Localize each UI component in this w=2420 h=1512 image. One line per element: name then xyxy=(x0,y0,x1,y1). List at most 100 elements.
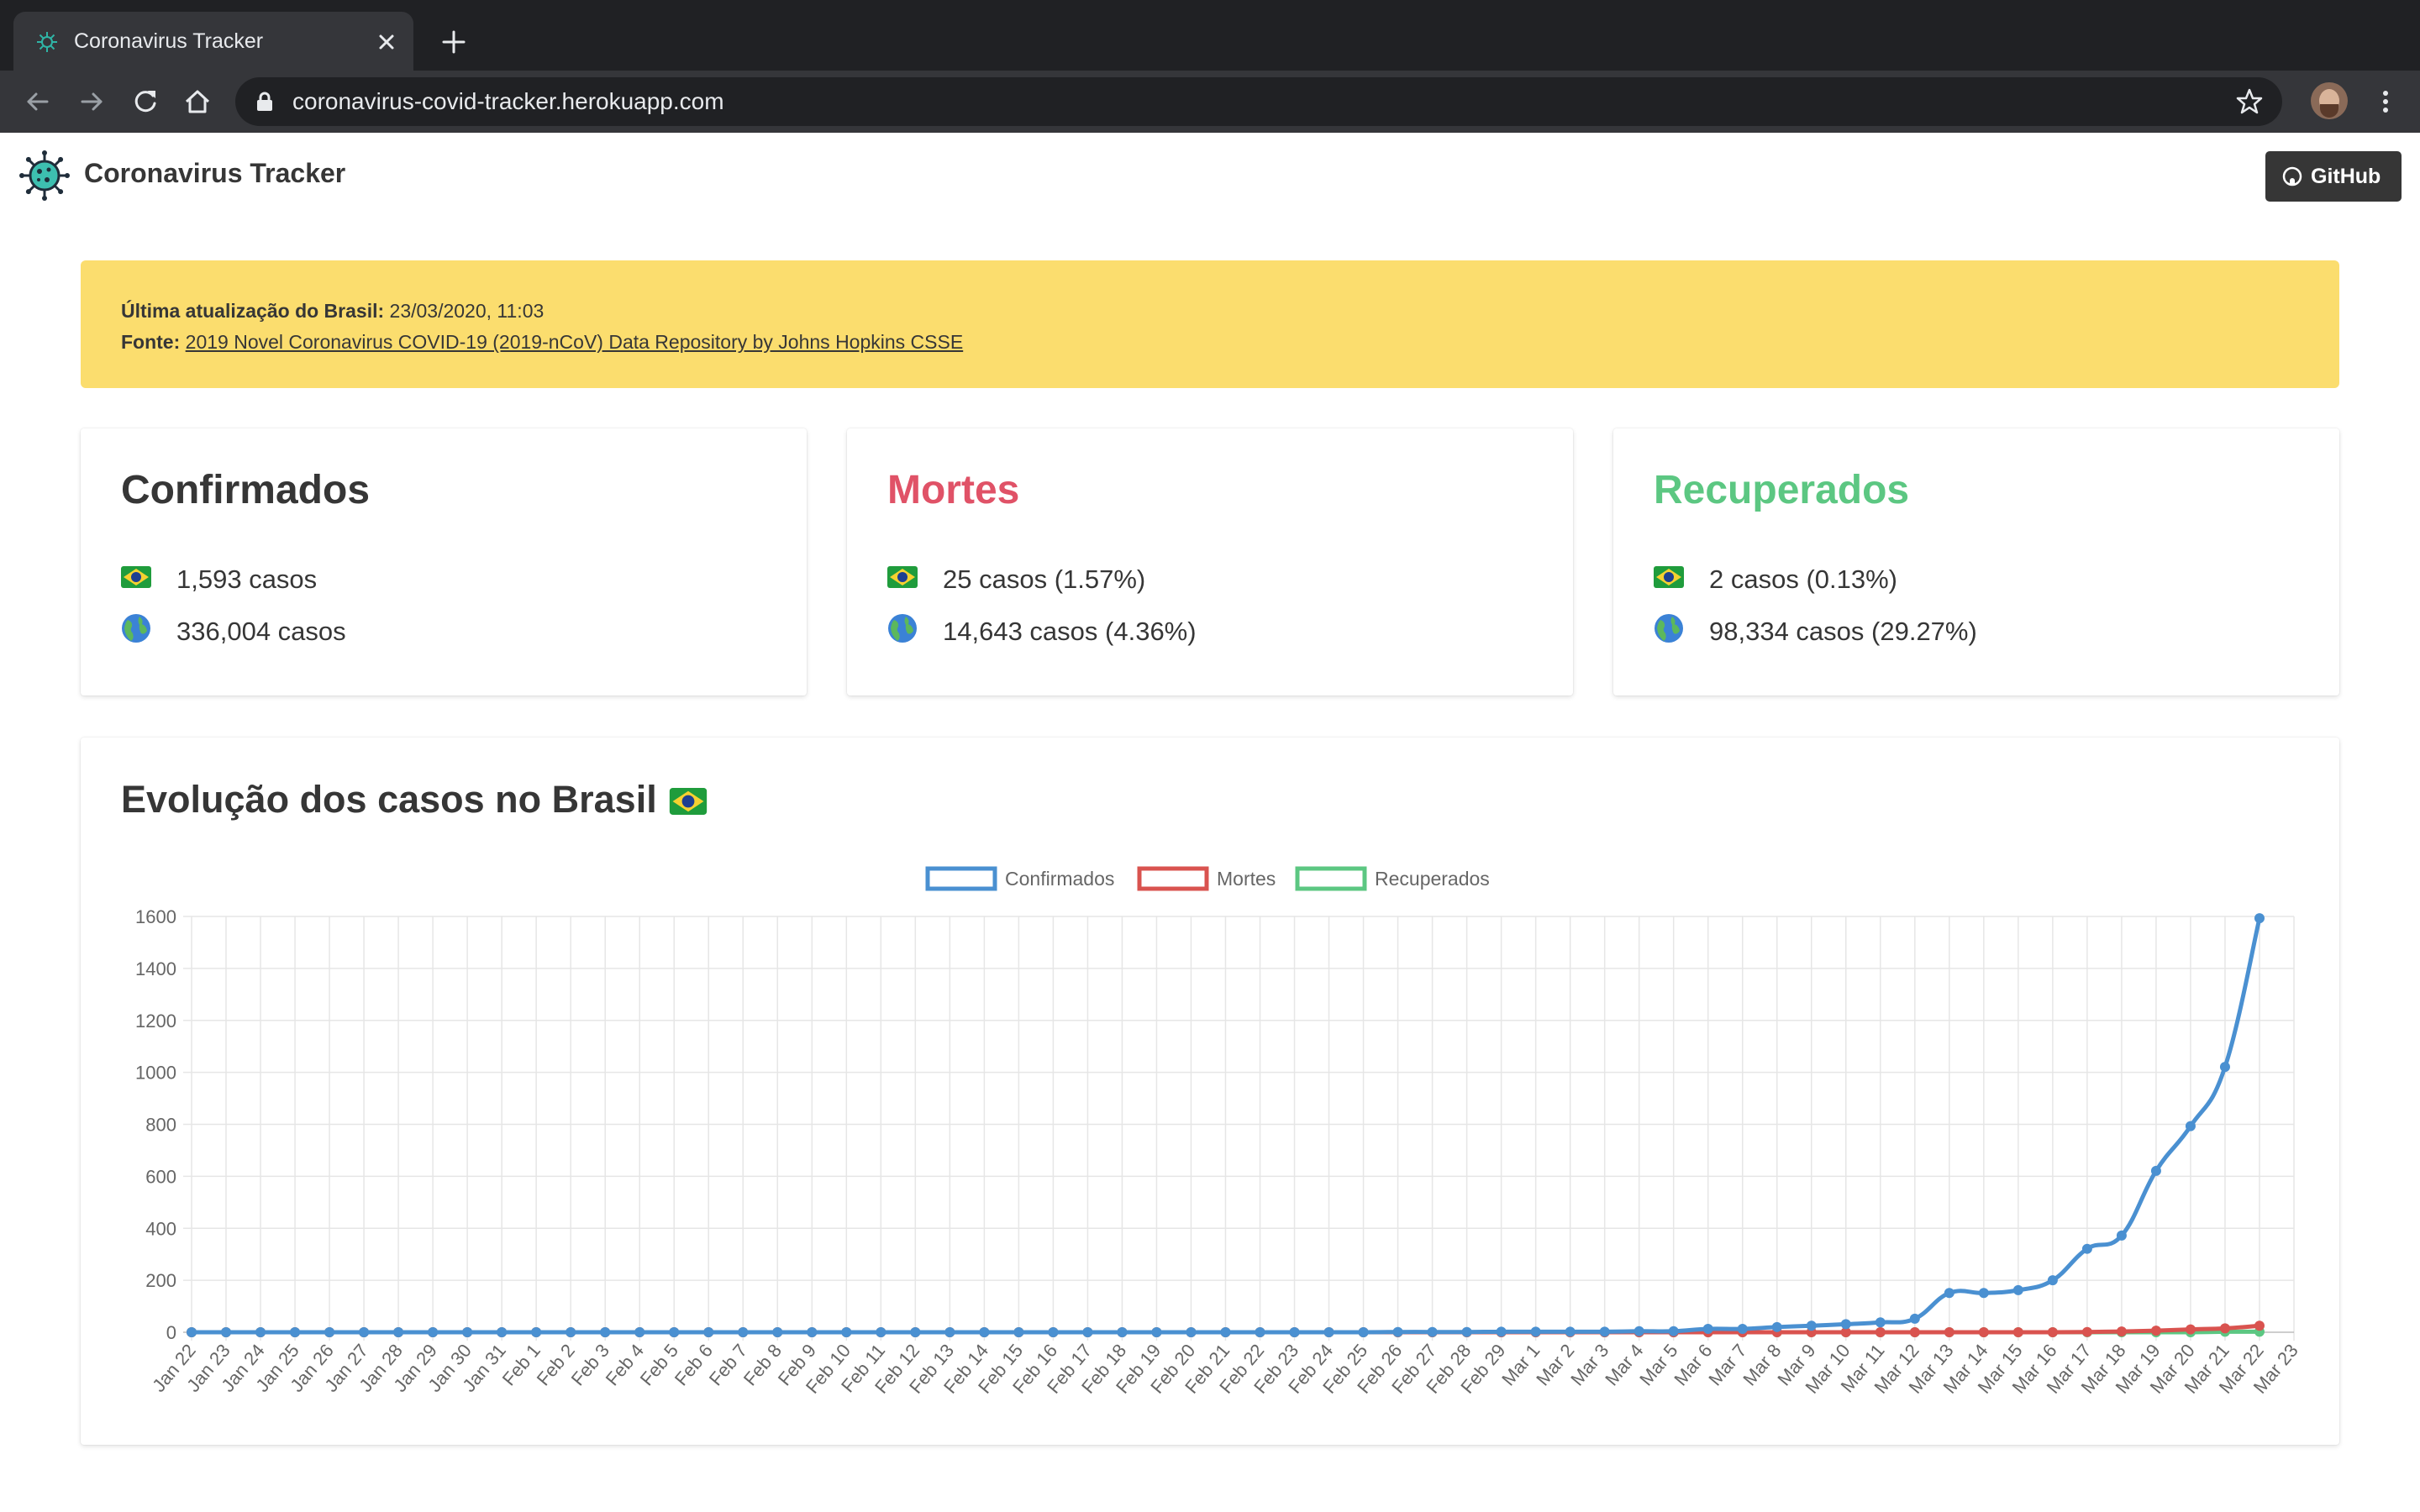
virus-logo-icon[interactable] xyxy=(18,150,71,202)
x-tick-label: Feb 7 xyxy=(705,1340,751,1389)
github-label: GitHub xyxy=(2311,165,2381,188)
close-tab-icon[interactable] xyxy=(373,29,400,55)
data-point-confirmados xyxy=(944,1327,955,1337)
data-point-confirmados xyxy=(2150,1165,2161,1176)
home-icon[interactable] xyxy=(182,86,213,118)
profile-avatar[interactable] xyxy=(2311,82,2348,119)
data-point-confirmados xyxy=(1151,1327,1162,1337)
data-point-confirmados xyxy=(1013,1327,1024,1337)
data-point-confirmados xyxy=(1117,1327,1128,1337)
brazil-count: 2 casos (0.13%) xyxy=(1709,564,1897,594)
y-tick-label: 200 xyxy=(145,1270,176,1291)
y-tick-label: 400 xyxy=(145,1218,176,1239)
brand-name[interactable]: Coronavirus Tracker xyxy=(84,158,345,189)
github-icon xyxy=(2282,166,2302,186)
brazil-row: 2 casos (0.13%) xyxy=(1654,563,1897,595)
browser-tabstrip: Coronavirus Tracker xyxy=(0,0,2420,71)
world-count: 336,004 casos xyxy=(176,617,346,646)
address-bar[interactable]: coronavirus-covid-tracker.herokuapp.com xyxy=(235,77,2282,126)
x-tick-label: Feb 3 xyxy=(567,1340,613,1389)
globe-icon xyxy=(887,613,918,650)
data-point-confirmados xyxy=(1909,1313,1920,1324)
legend-label: Mortes xyxy=(1217,868,1276,890)
source-link[interactable]: 2019 Novel Coronavirus COVID-19 (2019-nC… xyxy=(186,331,964,353)
data-point-confirmados xyxy=(1082,1327,1093,1337)
world-row: 336,004 casos xyxy=(121,613,346,650)
data-point-confirmados xyxy=(1771,1321,1782,1332)
card-title: Mortes xyxy=(887,468,1020,512)
x-tick-label: Mar 6 xyxy=(1670,1340,1716,1389)
x-tick-label: Mar 1 xyxy=(1497,1340,1544,1389)
data-point-confirmados xyxy=(669,1327,680,1337)
data-point-confirmados xyxy=(1978,1288,1989,1299)
brazil-row: 25 casos (1.57%) xyxy=(887,563,1145,595)
data-point-confirmados xyxy=(634,1327,645,1337)
globe-icon xyxy=(121,613,151,650)
world-count: 14,643 casos (4.36%) xyxy=(943,617,1197,646)
data-point-confirmados xyxy=(1944,1288,1954,1299)
data-point-confirmados xyxy=(1737,1323,1748,1334)
globe-icon xyxy=(1654,613,1684,650)
x-tick-label: Feb 4 xyxy=(602,1340,648,1389)
data-point-confirmados xyxy=(566,1327,576,1337)
brazil-flag-icon xyxy=(887,564,918,595)
brazil-flag-icon xyxy=(1654,564,1684,595)
x-tick-label: Mar 3 xyxy=(1566,1340,1612,1389)
update-value: 23/03/2020, 11:03 xyxy=(389,300,544,322)
data-point-confirmados xyxy=(841,1327,852,1337)
data-point-confirmados xyxy=(462,1327,473,1337)
browser-tab[interactable]: Coronavirus Tracker xyxy=(13,12,413,71)
data-point-confirmados xyxy=(1840,1319,1851,1330)
x-tick-label: Feb 6 xyxy=(671,1340,717,1389)
data-point-confirmados xyxy=(1289,1327,1300,1337)
brazil-flag-icon xyxy=(121,564,151,595)
y-tick-label: 600 xyxy=(145,1166,176,1187)
data-point-confirmados xyxy=(1599,1326,1610,1337)
y-tick-label: 1600 xyxy=(135,906,176,927)
data-point-confirmados xyxy=(910,1327,921,1337)
x-tick-label: Feb 5 xyxy=(636,1340,682,1389)
x-tick-label: Feb 1 xyxy=(498,1340,544,1389)
card-title: Confirmados xyxy=(121,468,371,512)
reload-icon[interactable] xyxy=(129,86,161,118)
brazil-count: 1,593 casos xyxy=(176,564,318,594)
data-point-confirmados xyxy=(1392,1326,1403,1337)
back-arrow-icon[interactable] xyxy=(22,86,54,118)
data-point-confirmados xyxy=(531,1327,542,1337)
data-point-confirmados xyxy=(703,1327,714,1337)
x-tick-label: Mar 5 xyxy=(1635,1340,1681,1389)
data-point-mortes xyxy=(2047,1327,2058,1337)
url-text: coronavirus-covid-tracker.herokuapp.com xyxy=(292,88,724,114)
data-point-confirmados xyxy=(738,1327,749,1337)
recovered-card: Recuperados 2 casos (0.13%) 98,334 casos… xyxy=(1613,428,2339,696)
data-point-confirmados xyxy=(221,1327,232,1337)
data-point-mortes xyxy=(2116,1326,2127,1337)
world-count: 98,334 casos (29.27%) xyxy=(1709,617,1977,646)
data-point-mortes xyxy=(1909,1327,1920,1337)
virus-favicon-icon xyxy=(37,32,57,52)
data-point-confirmados xyxy=(1668,1326,1679,1336)
bookmark-star-icon[interactable] xyxy=(2235,87,2264,116)
brazil-row: 1,593 casos xyxy=(121,563,317,595)
data-point-confirmados xyxy=(1496,1326,1507,1337)
x-tick-label: Mar 2 xyxy=(1532,1340,1578,1389)
github-button[interactable]: GitHub xyxy=(2265,151,2402,202)
data-point-confirmados xyxy=(1806,1320,1817,1331)
data-point-confirmados xyxy=(2116,1230,2127,1241)
data-point-confirmados xyxy=(772,1327,783,1337)
data-point-confirmados xyxy=(393,1327,404,1337)
chart-card: Evolução dos casos no Brasil 0 200 400 600 8… xyxy=(81,738,2339,1445)
source-line: Fonte: 2019 Novel Coronavirus COVID-19 (… xyxy=(121,327,2339,358)
legend-swatch xyxy=(1295,866,1367,891)
forward-arrow-icon[interactable] xyxy=(76,86,108,118)
x-tick-label: Mar 7 xyxy=(1704,1340,1750,1389)
x-tick-label: Feb 2 xyxy=(533,1340,579,1389)
avatar-beard xyxy=(2320,104,2338,118)
browser-menu-icon[interactable] xyxy=(2370,86,2402,118)
new-tab-plus-icon[interactable] xyxy=(437,25,471,59)
cases-line-chart[interactable]: 02004006008001000120014001600Jan 22Jan 2… xyxy=(81,738,2339,1445)
legend-swatch xyxy=(925,866,997,891)
data-point-confirmados xyxy=(2254,913,2265,924)
deaths-card: Mortes 25 casos (1.57%) 14,643 casos (4.… xyxy=(847,428,1573,696)
data-point-confirmados xyxy=(1530,1326,1541,1337)
